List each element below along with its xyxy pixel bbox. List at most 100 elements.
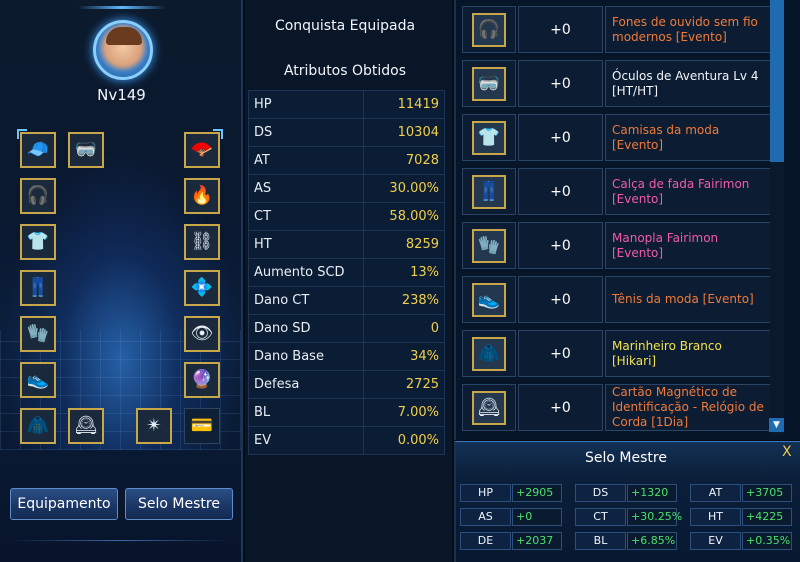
stat-row: Dano SD 0 — [248, 314, 445, 343]
goggles-icon: 🥽 — [74, 139, 98, 160]
stat-value: 0 — [363, 314, 445, 343]
item-name: Marinheiro Branco [Hikari] — [605, 330, 771, 377]
item-row[interactable]: 🥽 +0 Óculos de Aventura Lv 4 [HT/HT] — [462, 60, 771, 107]
slot-body[interactable]: 👕 — [20, 224, 56, 260]
seal-stat-name: AT — [690, 484, 741, 502]
item-bonus: +0 — [518, 6, 603, 53]
goggles-icon: 🥽 — [472, 66, 506, 101]
item-icon-cell[interactable]: 👟 — [462, 276, 516, 323]
slot-ears[interactable]: 🎧 — [20, 178, 56, 214]
stat-value: 0.00% — [363, 426, 445, 455]
seal-stat-value: +6.85% — [627, 532, 677, 550]
slot-earring[interactable]: 💠 — [184, 270, 220, 306]
seal-stat-name: BL — [575, 532, 626, 550]
item-row[interactable]: 👕 +0 Camisas da moda [Evento] — [462, 114, 771, 161]
character-panel: Nv149 🧢 🥽 🪭 🎧 🔥 👕 ⛓ 👖 💠 🧤 👁 👟 🔮 🧥 🕰 ✴ 💳 … — [0, 0, 243, 562]
scroll-down-arrow-icon[interactable]: ▼ — [769, 418, 784, 432]
pants-icon: 👖 — [472, 174, 506, 209]
item-bonus: +0 — [518, 60, 603, 107]
item-name: Calça de fada Fairimon [Evento] — [605, 168, 771, 215]
jacket-icon: 🧥 — [472, 336, 506, 371]
seal-stat-value: +0 — [512, 508, 562, 526]
slot-legs[interactable]: 👖 — [20, 270, 56, 306]
pants-icon: 👖 — [26, 277, 50, 298]
stat-row: HP 11419 — [248, 90, 445, 119]
item-icon-cell[interactable]: 🥽 — [462, 60, 516, 107]
stat-row: AS 30.00% — [248, 174, 445, 203]
shirt-icon: 👕 — [26, 231, 50, 252]
stat-name: Defesa — [248, 370, 364, 399]
glove-icon: 🧤 — [472, 228, 506, 263]
chain-icon: ⛓ — [190, 231, 214, 252]
seal-stat-name: HP — [460, 484, 511, 502]
seal-stat-value: +2905 — [512, 484, 562, 502]
slot-aura[interactable]: 👁 — [184, 316, 220, 352]
stat-row: Dano Base 34% — [248, 342, 445, 371]
item-row[interactable]: 👟 +0 Tênis da moda [Evento] — [462, 276, 771, 323]
item-row[interactable]: 👖 +0 Calça de fada Fairimon [Evento] — [462, 168, 771, 215]
scrollbar[interactable] — [770, 0, 784, 435]
stat-value: 10304 — [363, 118, 445, 147]
item-bonus: +0 — [518, 384, 603, 431]
stat-name: HT — [248, 230, 364, 259]
item-icon-cell[interactable]: 🕰 — [462, 384, 516, 431]
cap-icon: 🧢 — [26, 139, 50, 160]
stat-value: 7028 — [363, 146, 445, 175]
slot-card[interactable]: 💳 — [184, 408, 220, 444]
item-list-panel: 🎧 +0 Fones de ouvido sem fio modernos [Eve… — [454, 0, 800, 440]
stat-name: AS — [248, 174, 364, 203]
fan-icon: 🪭 — [190, 139, 214, 160]
stat-row: Defesa 2725 — [248, 370, 445, 399]
slot-weapon[interactable]: 🪭 — [184, 129, 223, 168]
slot-head[interactable]: 🧢 — [17, 129, 56, 168]
slot-gloves[interactable]: 🧤 — [20, 316, 56, 352]
stat-value: 11419 — [363, 90, 445, 119]
item-bonus: +0 — [518, 222, 603, 269]
seal-stat-name: EV — [690, 532, 741, 550]
stat-name: DS — [248, 118, 364, 147]
item-row[interactable]: 🧤 +0 Manopla Fairimon [Evento] — [462, 222, 771, 269]
item-icon-cell[interactable]: 🧥 — [462, 330, 516, 377]
seal-stat-value: +4225 — [742, 508, 792, 526]
stat-row: CT 58.00% — [248, 202, 445, 231]
item-row[interactable]: 🎧 +0 Fones de ouvido sem fio modernos [Eve… — [462, 6, 771, 53]
slot-chipset[interactable]: 🕰 — [68, 408, 104, 444]
item-bonus: +0 — [518, 330, 603, 377]
equipped-achievement-title[interactable]: Conquista Equipada — [245, 18, 445, 34]
orb-icon: 🔮 — [190, 369, 214, 390]
master-seal-button[interactable]: Selo Mestre — [125, 488, 233, 520]
seal-stat-name: DS — [575, 484, 626, 502]
character-level: Nv149 — [97, 86, 146, 104]
close-icon[interactable]: X — [782, 444, 792, 460]
stat-row: EV 0.00% — [248, 426, 445, 455]
stat-name: BL — [248, 398, 364, 427]
avatar[interactable] — [93, 20, 153, 80]
item-row[interactable]: 🧥 +0 Marinheiro Branco [Hikari] — [462, 330, 771, 377]
stat-row: AT 7028 — [248, 146, 445, 175]
item-icon-cell[interactable]: 🎧 — [462, 6, 516, 53]
top-glow-decoration — [78, 6, 166, 9]
item-row[interactable]: 🕰 +0 Cartão Magnético de Identificação - R… — [462, 384, 771, 431]
stat-row: Dano CT 238% — [248, 286, 445, 315]
seal-stat-name: HT — [690, 508, 741, 526]
jacket-icon: 🧥 — [26, 415, 50, 436]
item-icon-cell[interactable]: 👕 — [462, 114, 516, 161]
equipment-button[interactable]: Equipamento — [10, 488, 118, 520]
slot-ring[interactable]: 🔥 — [184, 178, 220, 214]
item-icon-cell[interactable]: 👖 — [462, 168, 516, 215]
slot-bracelet[interactable]: 🔮 — [184, 362, 220, 398]
slot-seal[interactable]: ✴ — [136, 408, 172, 444]
stat-name: HP — [248, 90, 364, 119]
clock-card-icon: 🕰 — [74, 415, 98, 436]
scrollbar-thumb[interactable] — [770, 0, 784, 162]
seal-stat-name: CT — [575, 508, 626, 526]
slot-costume[interactable]: 🧥 — [20, 408, 56, 444]
slot-necklace[interactable]: ⛓ — [184, 224, 220, 260]
stat-name: Dano Base — [248, 342, 364, 371]
slot-eyes[interactable]: 🥽 — [68, 132, 104, 168]
attributes-title: Atributos Obtidos — [283, 63, 407, 79]
clock-card-icon: 🕰 — [472, 390, 506, 425]
item-name: Fones de ouvido sem fio modernos [Evento… — [605, 6, 771, 53]
slot-shoes[interactable]: 👟 — [20, 362, 56, 398]
item-icon-cell[interactable]: 🧤 — [462, 222, 516, 269]
